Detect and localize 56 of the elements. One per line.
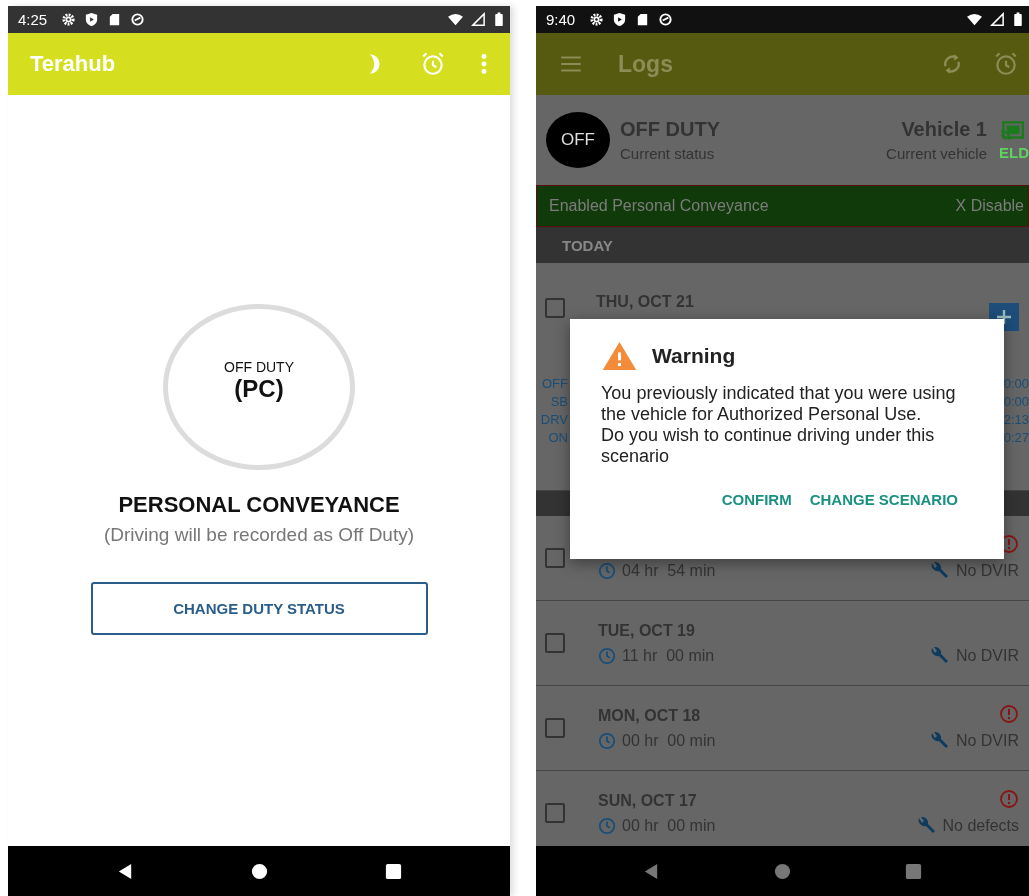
banner-text: Enabled Personal Conveyance xyxy=(549,197,769,215)
cast-icon xyxy=(999,119,1025,142)
clock-icon xyxy=(598,816,616,835)
clock-icon xyxy=(598,731,616,750)
section-title: TODAY xyxy=(562,236,613,254)
signal-icon xyxy=(471,12,486,27)
disable-link[interactable]: X Disable xyxy=(955,197,1024,215)
gear-icon xyxy=(589,12,605,27)
checkbox[interactable] xyxy=(545,803,565,823)
mode-heading: PERSONAL CONVEYANCE xyxy=(118,492,400,518)
dialog-button[interactable]: CONFIRM xyxy=(721,487,792,512)
battery-icon xyxy=(1013,12,1023,27)
status-time: 4:25 xyxy=(18,11,48,28)
data-saver-icon xyxy=(658,12,674,27)
stat-label: ON xyxy=(547,429,568,447)
recents-icon[interactable] xyxy=(383,861,403,881)
status-time: 9:40 xyxy=(546,11,576,28)
clock-icon xyxy=(598,561,616,580)
shield-icon xyxy=(612,12,628,27)
dialog-message: Do you wish to continue driving under this scenario xyxy=(601,425,936,467)
home-icon[interactable] xyxy=(249,861,269,881)
stat-value: 0:00 xyxy=(1003,393,1029,411)
gear-icon xyxy=(61,12,77,27)
checkbox[interactable] xyxy=(545,718,565,738)
data-saver-icon xyxy=(130,12,146,27)
dialog-title: Warning xyxy=(652,344,736,368)
warning-icon xyxy=(601,341,638,371)
screen-title: Logs xyxy=(618,50,673,78)
stat-label: DRV xyxy=(539,411,568,429)
duty-badge: OFF xyxy=(546,112,610,168)
stat-value: 0:00 xyxy=(1003,375,1029,393)
clock-icon xyxy=(598,646,616,665)
shield-icon xyxy=(84,12,100,27)
wifi-icon xyxy=(448,12,463,27)
checkbox[interactable] xyxy=(545,633,565,653)
stat-value: 2:13 xyxy=(1003,411,1029,429)
battery-icon xyxy=(494,12,504,27)
alarm-clock-icon[interactable] xyxy=(420,51,446,77)
signal-icon xyxy=(990,12,1005,27)
checkbox[interactable] xyxy=(545,548,565,568)
dialog-message: You previously indicated that you were using the vehicle for Authorized Personal Use. xyxy=(601,383,957,425)
alarm-clock-icon[interactable] xyxy=(993,51,1019,77)
change-duty-status-button[interactable]: CHANGE DUTY STATUS xyxy=(90,582,428,635)
checkbox[interactable] xyxy=(545,298,565,318)
mode-note: (Driving will be recorded as Off Duty) xyxy=(103,524,415,546)
stat-label: SB xyxy=(549,393,568,411)
dialog-button[interactable]: CHANGE SCENARIO xyxy=(809,487,958,512)
app-title: Terahub xyxy=(30,51,116,77)
eld-label: ELD xyxy=(999,143,1029,161)
duty-label: OFF DUTY xyxy=(224,359,294,375)
wifi-icon xyxy=(967,12,982,27)
stat-value: 0:27 xyxy=(1003,429,1029,447)
stat-label: OFF xyxy=(541,375,568,393)
duty-code: (PC) xyxy=(234,375,284,403)
plus-icon xyxy=(994,307,1014,327)
more-options-icon[interactable] xyxy=(480,51,488,77)
